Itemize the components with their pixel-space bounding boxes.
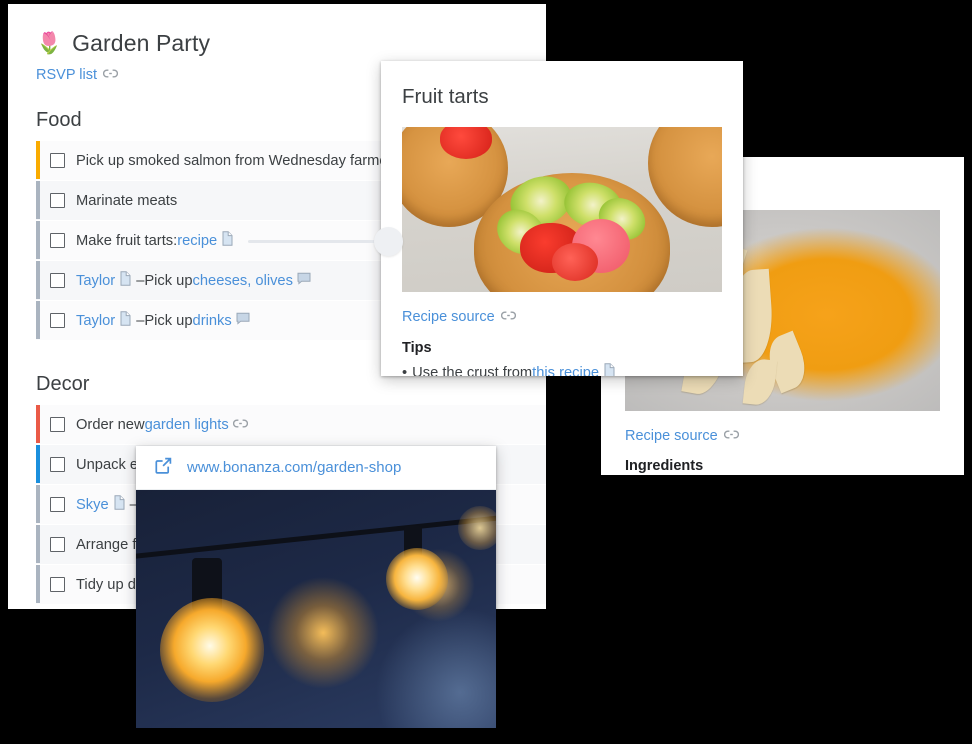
drag-handle[interactable]: [374, 227, 403, 256]
task-text: Tidy up de: [76, 576, 145, 593]
task-dash: –: [136, 312, 145, 329]
task-dash: –: [136, 272, 145, 289]
assignee-chip[interactable]: Taylor: [76, 273, 115, 289]
checkbox[interactable]: [50, 193, 65, 208]
comment-icon[interactable]: [297, 272, 311, 289]
tulip-icon: 🌷: [36, 32, 63, 55]
tip-bullet: •: [402, 364, 408, 377]
doc-icon: [221, 231, 234, 250]
section-heading-decor: Decor: [36, 373, 90, 395]
checkbox[interactable]: [50, 233, 65, 248]
tart-card-title: Fruit tarts: [402, 85, 489, 108]
task-text: Unpack ex: [76, 456, 146, 473]
fruit-tarts-card[interactable]: Fruit tarts Recipe source Tips • Use the…: [381, 61, 743, 376]
link-icon: [232, 417, 248, 433]
link-icon: [723, 427, 739, 445]
pie-source-row[interactable]: Recipe source: [625, 427, 964, 445]
checkbox[interactable]: [50, 313, 65, 328]
open-in-new-icon[interactable]: [154, 456, 173, 480]
doc-icon: [119, 311, 132, 330]
fruit-tarts-image: [402, 127, 722, 292]
row-accent-bar: [36, 181, 40, 219]
tip-text: Use the crust from: [412, 364, 533, 377]
checkbox[interactable]: [50, 273, 65, 288]
recipe-link[interactable]: recipe: [177, 233, 217, 249]
checkbox[interactable]: [50, 577, 65, 592]
task-text: Pick up: [144, 312, 193, 329]
task-text: Pick up: [144, 272, 193, 289]
garden-lights-image: [136, 490, 496, 728]
preview-url[interactable]: www.bonanza.com/garden-shop: [187, 459, 401, 476]
row-accent-bar: [36, 301, 40, 339]
row-accent-bar: [36, 485, 40, 523]
tart-recipe-source-link[interactable]: Recipe source: [402, 309, 495, 325]
drag-connector-line: [248, 240, 380, 243]
url-bar[interactable]: www.bonanza.com/garden-shop: [136, 446, 496, 490]
table-row[interactable]: Order new garden lights: [36, 405, 546, 445]
row-accent-bar: [36, 261, 40, 299]
assignee-chip[interactable]: Skye: [76, 497, 109, 513]
checkbox[interactable]: [50, 497, 65, 512]
link-icon: [102, 66, 119, 84]
doc-icon: [119, 271, 132, 290]
link-icon: [500, 308, 516, 326]
pie-ingredients-heading: Ingredients: [625, 458, 704, 474]
items-link[interactable]: drinks: [193, 313, 232, 329]
comment-icon[interactable]: [236, 312, 250, 329]
task-text: Arrange fu: [76, 536, 145, 553]
row-accent-bar: [36, 221, 40, 259]
task-text: Order new: [76, 416, 145, 433]
page-title: Garden Party: [72, 30, 211, 56]
rsvp-list-link[interactable]: RSVP list: [36, 67, 97, 83]
row-accent-bar: [36, 525, 40, 563]
row-accent-bar: [36, 141, 40, 179]
checkbox[interactable]: [50, 417, 65, 432]
task-text: Marinate meats: [76, 192, 178, 209]
items-link[interactable]: cheeses, olives: [193, 273, 293, 289]
garden-lights-link[interactable]: garden lights: [145, 417, 229, 433]
tart-source-row[interactable]: Recipe source: [402, 308, 743, 326]
task-text: Make fruit tarts:: [76, 232, 178, 249]
checkbox[interactable]: [50, 457, 65, 472]
checkbox[interactable]: [50, 153, 65, 168]
pie-recipe-source-link[interactable]: Recipe source: [625, 428, 718, 444]
tip-line: • Use the crust from this recipe: [402, 363, 743, 376]
row-accent-bar: [36, 565, 40, 603]
this-recipe-link[interactable]: this recipe: [532, 365, 599, 377]
doc-icon: [603, 363, 616, 376]
link-preview-card[interactable]: www.bonanza.com/garden-shop: [136, 446, 496, 728]
doc-icon: [113, 495, 126, 514]
tips-heading: Tips: [402, 340, 432, 356]
canvas: Recipe source Ingredients 🌷 Garden Party…: [0, 0, 972, 744]
row-accent-bar: [36, 445, 40, 483]
assignee-chip[interactable]: Taylor: [76, 313, 115, 329]
row-accent-bar: [36, 405, 40, 443]
checkbox[interactable]: [50, 537, 65, 552]
